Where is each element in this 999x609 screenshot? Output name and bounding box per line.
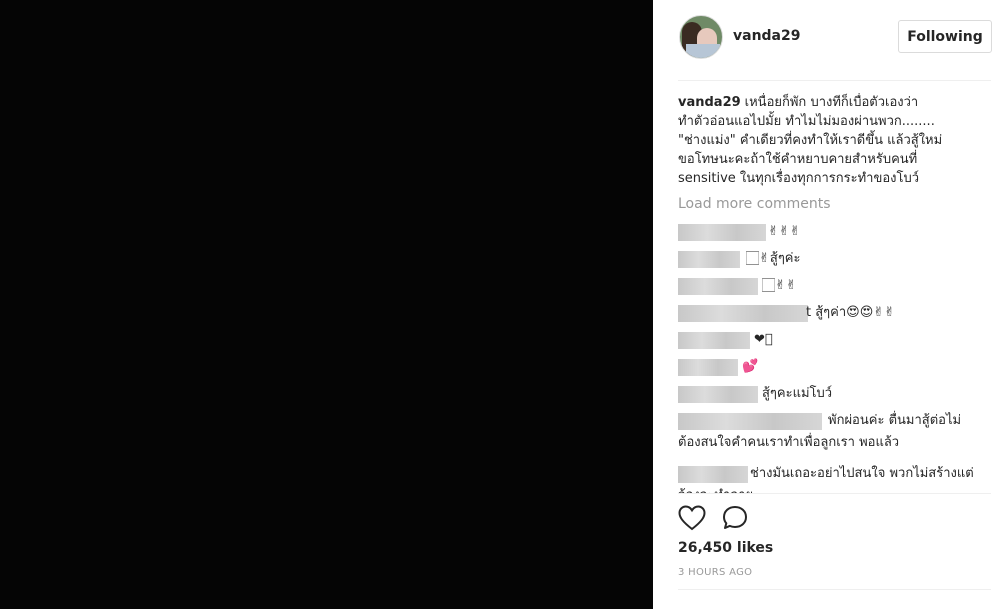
header-divider xyxy=(678,80,991,81)
like-count[interactable]: 26,450 likes xyxy=(678,540,773,556)
avatar[interactable] xyxy=(679,15,723,59)
comment-row: 💕 xyxy=(678,354,978,380)
caption-username[interactable]: vanda29 xyxy=(678,95,741,110)
comment-text: สู้ๆคะแม่โบว์ xyxy=(762,386,833,401)
comment-icon[interactable] xyxy=(722,505,750,531)
bottom-divider xyxy=(678,589,991,590)
username-link[interactable]: vanda29 xyxy=(733,28,801,44)
comment-text: ❤🏻 xyxy=(754,332,773,347)
comment-row: ✌✌✌ xyxy=(678,219,978,245)
comment-text: t สู้ๆค่า😍😍✌✌ xyxy=(806,305,896,320)
comment-text: 🏻✌สู้ๆค่ะ xyxy=(746,251,801,266)
comment-row: ❤🏻 xyxy=(678,327,978,353)
redacted-username xyxy=(678,224,766,241)
redacted-username xyxy=(678,305,808,322)
post-timestamp[interactable]: 3 HOURS AGO xyxy=(678,567,752,578)
comment-row: 🏻✌✌ xyxy=(678,273,978,299)
post-header: vanda29 Following xyxy=(653,0,999,80)
instagram-post: vanda29 Following vanda29 เหนื่อยก็พัก บา… xyxy=(0,0,999,609)
comment-text: พักผ่อนค่ะ ตื่นมาสู้ต่อไม่ต้องสนใจคำคนเร… xyxy=(678,413,962,450)
comment-row: สู้ๆคะแม่โบว์ xyxy=(678,381,978,407)
comment-row: ช่างมันเถอะอย่าไปสนใจ พวกไม่สร้างแต่จ้อง… xyxy=(678,461,978,493)
post-photo[interactable] xyxy=(0,0,653,609)
comment-text: ✌✌✌ xyxy=(768,224,801,239)
comment-row: 🏻✌สู้ๆค่ะ xyxy=(678,246,978,272)
post-side-panel: vanda29 Following vanda29 เหนื่อยก็พัก บา… xyxy=(653,0,999,609)
redacted-username xyxy=(678,278,758,295)
comment-text: ช่างมันเถอะอย่าไปสนใจ พวกไม่สร้างแต่จ้อง… xyxy=(678,466,974,493)
comment-text: 🏻✌✌ xyxy=(762,278,797,293)
comment-row: พักผ่อนค่ะ ตื่นมาสู้ต่อไม่ต้องสนใจคำคนเร… xyxy=(678,408,978,460)
redacted-username xyxy=(678,386,758,403)
redacted-username xyxy=(678,359,738,376)
comment-row: t สู้ๆค่า😍😍✌✌ xyxy=(678,300,978,326)
redacted-username xyxy=(678,251,740,268)
comment-text: 💕 xyxy=(742,359,759,374)
actions-divider xyxy=(678,493,991,494)
comments-list[interactable]: vanda29 เหนื่อยก็พัก บางทีก็เบื่อตัวเองว่… xyxy=(678,93,978,493)
redacted-username xyxy=(678,332,750,349)
load-more-comments-link[interactable]: Load more comments xyxy=(678,196,978,212)
following-button[interactable]: Following xyxy=(898,20,992,53)
heart-icon[interactable] xyxy=(678,505,706,531)
caption: vanda29 เหนื่อยก็พัก บางทีก็เบื่อตัวเองว่… xyxy=(678,93,946,188)
